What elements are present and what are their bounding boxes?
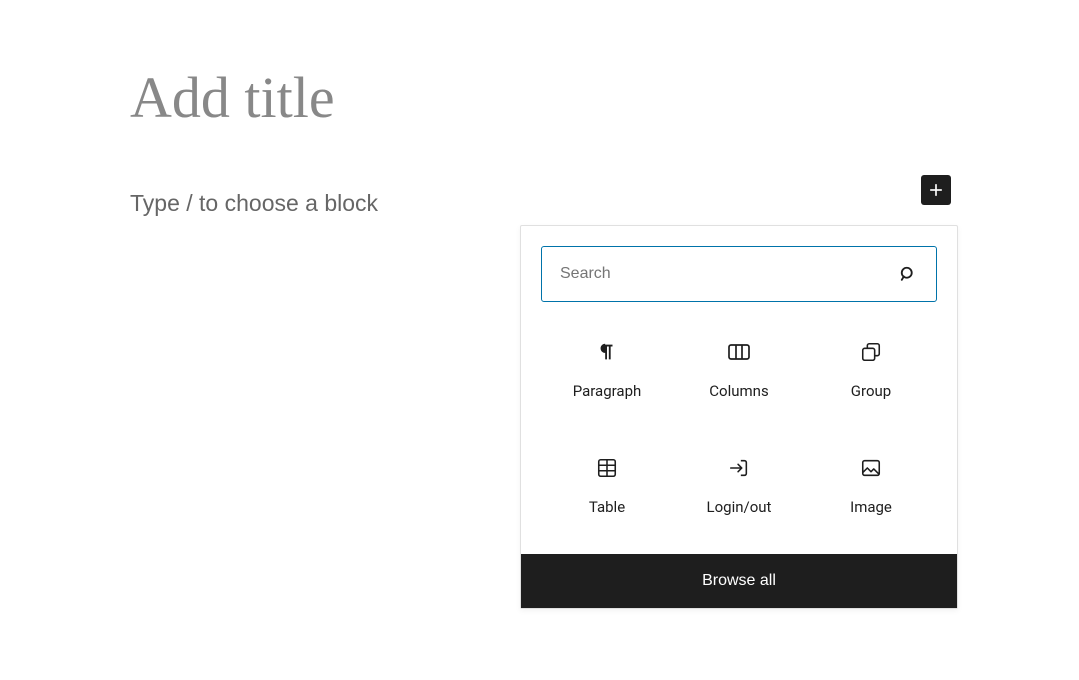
post-title-input[interactable] xyxy=(130,60,949,135)
block-label: Paragraph xyxy=(573,382,642,400)
block-label: Table xyxy=(589,498,625,516)
table-icon xyxy=(595,456,619,480)
search-icon xyxy=(880,264,936,284)
block-label: Image xyxy=(850,498,892,516)
login-icon xyxy=(727,456,751,480)
group-icon xyxy=(859,340,883,364)
block-login-out[interactable]: Login/out xyxy=(673,448,805,524)
image-icon xyxy=(859,456,883,480)
search-box xyxy=(541,246,937,302)
block-label: Group xyxy=(851,382,891,400)
block-label: Login/out xyxy=(707,498,772,516)
add-block-button[interactable] xyxy=(921,175,951,205)
block-columns[interactable]: Columns xyxy=(673,332,805,408)
plus-icon xyxy=(926,180,946,200)
search-wrapper xyxy=(521,226,957,322)
columns-icon xyxy=(727,340,751,364)
block-paragraph[interactable]: Paragraph xyxy=(541,332,673,408)
content-row xyxy=(130,190,949,217)
block-image[interactable]: Image xyxy=(805,448,937,524)
paragraph-icon xyxy=(595,340,619,364)
block-label: Columns xyxy=(709,382,768,400)
block-grid: Paragraph Columns Group Table Login/out xyxy=(521,322,957,554)
block-group[interactable]: Group xyxy=(805,332,937,408)
block-search-input[interactable] xyxy=(542,251,880,297)
editor-canvas xyxy=(0,0,1079,217)
block-inserter-panel: Paragraph Columns Group Table Login/out xyxy=(520,225,958,609)
block-table[interactable]: Table xyxy=(541,448,673,524)
browse-all-button[interactable]: Browse all xyxy=(521,554,957,608)
content-block-input[interactable] xyxy=(130,190,949,217)
